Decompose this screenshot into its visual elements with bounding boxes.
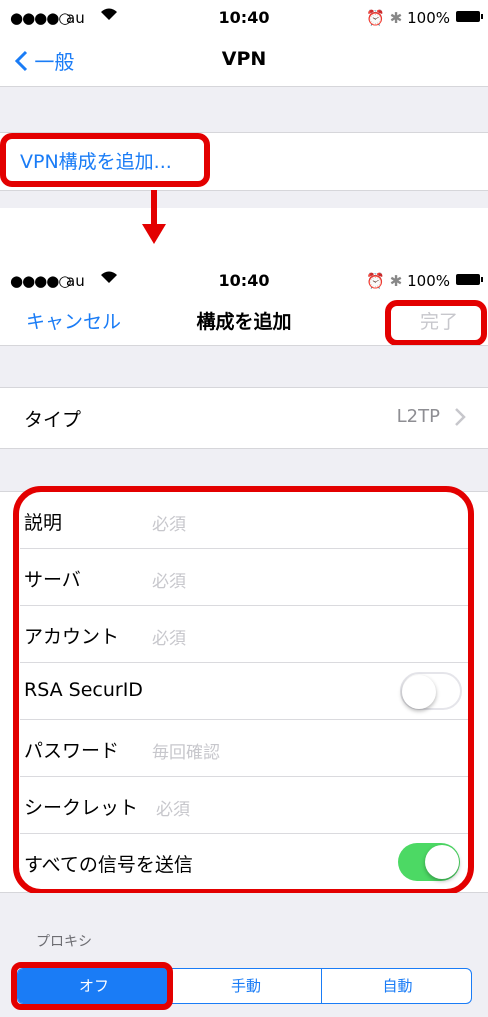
bluetooth-icon: ✱ <box>389 9 403 27</box>
battery-percent: 100% <box>407 272 450 290</box>
type-row[interactable]: タイプ L2TP <box>0 388 488 448</box>
status-bar-bottom: ●●●●○ au 10:40 ⏰ ✱ 100% <box>0 263 488 299</box>
highlight-done <box>385 300 487 346</box>
alarm-icon: ⏰ <box>366 9 385 27</box>
status-right: ⏰ ✱ 100% <box>366 9 450 27</box>
proxy-manual-segment[interactable]: 手動 <box>170 969 321 1003</box>
proxy-auto-segment[interactable]: 自動 <box>321 969 471 1003</box>
status-right: ⏰ ✱ 100% <box>366 272 450 290</box>
proxy-header: プロキシ <box>36 934 92 950</box>
status-bar-top: ●●●●○ au 10:40 ⏰ ✱ 100% <box>0 0 488 36</box>
battery-percent: 100% <box>407 9 450 27</box>
spacer-band <box>0 449 488 491</box>
highlight-fields <box>13 486 474 895</box>
highlight-proxy-off <box>11 962 173 1010</box>
page-title-vpn: VPN <box>221 48 267 70</box>
highlight-add-vpn <box>0 133 210 187</box>
battery-icon <box>456 11 483 22</box>
alarm-icon: ⏰ <box>366 272 385 290</box>
down-arrow-icon <box>142 190 166 250</box>
nav-bar-top: 一般 VPN <box>0 36 488 86</box>
chevron-right-icon <box>454 407 466 431</box>
bluetooth-icon: ✱ <box>389 272 403 290</box>
spacer-band <box>0 87 488 132</box>
type-label: タイプ <box>24 409 82 431</box>
spacer-band <box>0 346 488 387</box>
type-value: L2TP <box>396 406 440 427</box>
battery-icon <box>456 274 483 285</box>
spacer-band <box>0 191 488 208</box>
